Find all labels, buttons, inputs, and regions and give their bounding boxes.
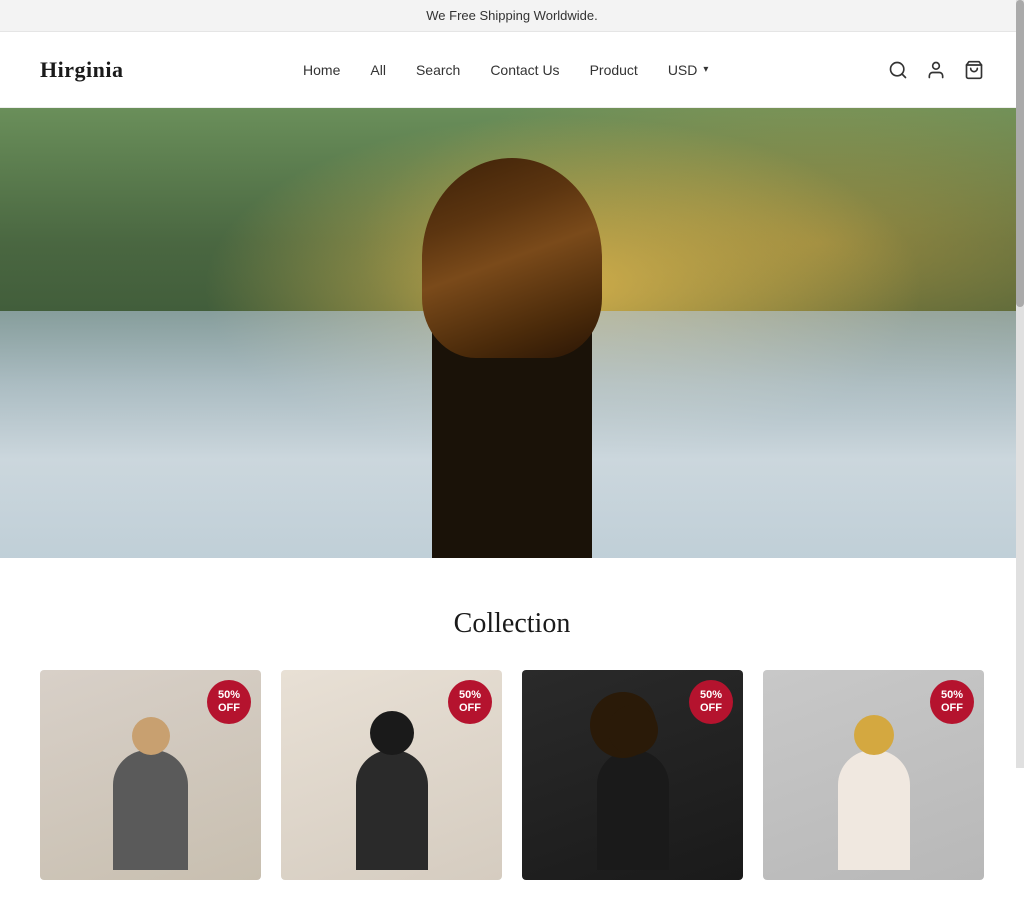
collection-section: Collection 50% OFF 50% bbox=[0, 558, 1024, 900]
person-silhouette-2 bbox=[314, 681, 469, 870]
person-silhouette-1 bbox=[73, 681, 228, 870]
head-2 bbox=[370, 711, 414, 755]
nav-item-search[interactable]: Search bbox=[416, 62, 460, 78]
head-1 bbox=[132, 717, 170, 755]
scrollbar-thumb[interactable] bbox=[1016, 0, 1024, 307]
search-icon bbox=[888, 60, 908, 80]
account-icon bbox=[926, 60, 946, 80]
cart-icon bbox=[964, 60, 984, 80]
person-silhouette-3 bbox=[555, 681, 710, 870]
discount-badge-3: 50% OFF bbox=[689, 680, 733, 724]
head-3 bbox=[608, 705, 658, 755]
main-nav: Home All Search Contact Us Product USD ▾ bbox=[303, 62, 708, 78]
hero-background bbox=[0, 108, 1024, 558]
product-card-1[interactable]: 50% OFF bbox=[40, 670, 261, 880]
header: Hirginia Home All Search Contact Us Prod… bbox=[0, 32, 1024, 108]
account-button[interactable] bbox=[926, 60, 946, 80]
person-silhouette-4 bbox=[796, 681, 951, 870]
hero-section bbox=[0, 108, 1024, 558]
logo[interactable]: Hirginia bbox=[40, 57, 123, 83]
nav-item-all[interactable]: All bbox=[370, 62, 386, 78]
collection-title: Collection bbox=[40, 608, 984, 640]
product-grid: 50% OFF 50% OFF bbox=[40, 670, 984, 880]
discount-badge-4: 50% OFF bbox=[930, 680, 974, 724]
hero-figure bbox=[402, 188, 622, 558]
product-card-3[interactable]: 50% OFF bbox=[522, 670, 743, 880]
header-icons bbox=[888, 60, 984, 80]
search-button[interactable] bbox=[888, 60, 908, 80]
figure-hair bbox=[422, 158, 602, 358]
currency-selector[interactable]: USD ▾ bbox=[668, 62, 709, 78]
nav-item-contact-us[interactable]: Contact Us bbox=[490, 62, 559, 78]
discount-badge-2: 50% OFF bbox=[448, 680, 492, 724]
announcement-bar: We Free Shipping Worldwide. bbox=[0, 0, 1024, 32]
currency-arrow-icon: ▾ bbox=[703, 64, 708, 75]
cart-button[interactable] bbox=[964, 60, 984, 80]
discount-badge-1: 50% OFF bbox=[207, 680, 251, 724]
scrollbar-track[interactable] bbox=[1016, 0, 1024, 768]
head-4 bbox=[854, 715, 894, 755]
product-card-2[interactable]: 50% OFF bbox=[281, 670, 502, 880]
product-card-4[interactable]: 50% OFF bbox=[763, 670, 984, 880]
currency-label: USD bbox=[668, 62, 698, 78]
nav-item-product[interactable]: Product bbox=[590, 62, 638, 78]
announcement-text: We Free Shipping Worldwide. bbox=[426, 8, 598, 23]
nav-item-home[interactable]: Home bbox=[303, 62, 340, 78]
